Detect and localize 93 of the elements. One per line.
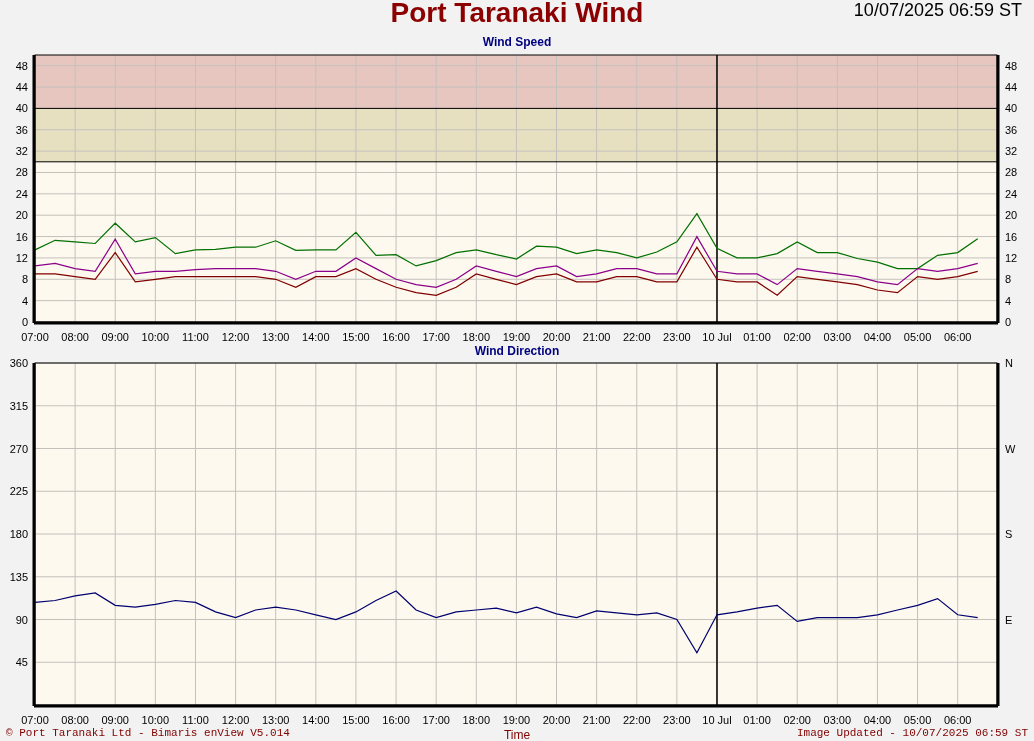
axis-label: 4 (21, 294, 28, 307)
axis-label: 01:00 (743, 714, 771, 726)
chart-title: Wind Speed (482, 35, 552, 49)
axis-label: 14:00 (302, 714, 330, 726)
axis-label: 04:00 (863, 331, 892, 343)
axis-label: 90 (15, 613, 28, 626)
axis-label: 24 (1005, 187, 1018, 200)
axis-label: 4 (1005, 294, 1012, 307)
axis-label: 15:00 (342, 714, 370, 726)
axis-label: 15:00 (342, 331, 370, 343)
axis-label: 12:00 (221, 714, 250, 726)
axis-label: 12 (15, 251, 28, 264)
axis-label: 21:00 (582, 714, 611, 726)
compass-label: N (1005, 358, 1013, 369)
axis-label: 02:00 (783, 714, 811, 726)
axis-label: 03:00 (823, 714, 852, 726)
axis-label: 08:00 (61, 331, 89, 343)
axis-label: 05:00 (903, 714, 932, 726)
axis-label: 32 (1005, 145, 1018, 158)
axis-label: 48 (1005, 59, 1018, 72)
axis-label: 180 (9, 528, 28, 540)
axis-label: 36 (15, 123, 28, 136)
axis-label: 48 (15, 59, 28, 72)
axis-label: 20 (1005, 209, 1018, 222)
axis-label: 40 (1005, 102, 1018, 115)
axis-label: 03:00 (823, 331, 852, 343)
axis-label: 13:00 (261, 331, 290, 343)
axis-label: 14:00 (302, 331, 330, 343)
axis-label: 23:00 (663, 714, 691, 726)
timestamp: 10/07/2025 06:59 ST (853, 0, 1022, 20)
chart-title: Wind Direction (474, 345, 560, 358)
axis-label: 20:00 (542, 331, 571, 343)
axis-label: 17:00 (422, 714, 450, 726)
axis-label: 315 (9, 399, 28, 412)
axis-label: 19:00 (502, 331, 531, 343)
compass-label: S (1005, 528, 1013, 540)
axis-label: 10 Jul (702, 714, 732, 726)
axis-label: 24 (15, 187, 28, 200)
axis-label: 0 (1005, 316, 1012, 328)
axis-label: 12 (1005, 251, 1018, 264)
axis-label: 44 (15, 81, 28, 94)
axis-label: 135 (9, 570, 28, 583)
axis-label: 06:00 (943, 714, 972, 726)
copyright-text: © Port Taranaki Ltd - Bimaris enView V5.014 (6, 727, 291, 739)
axis-label: 09:00 (101, 714, 129, 726)
axis-label: 19:00 (502, 714, 531, 726)
axis-label: 8 (21, 273, 28, 286)
axis-label: 18:00 (462, 331, 491, 343)
axis-label: 07:00 (21, 331, 49, 343)
axis-label: 04:00 (863, 714, 892, 726)
axis-label: 45 (15, 656, 28, 669)
axis-label: 06:00 (943, 331, 972, 343)
axis-label: 08:00 (61, 714, 89, 726)
axis-label: 20:00 (542, 714, 571, 726)
axis-label: 20 (15, 209, 28, 222)
axis-label: 270 (9, 442, 28, 455)
axis-label: 11:00 (182, 331, 209, 343)
axis-label: 16:00 (382, 331, 410, 343)
axis-label: 10:00 (141, 331, 170, 343)
axis-label: 09:00 (101, 331, 129, 343)
axis-label: 10:00 (141, 714, 170, 726)
axis-label: 36 (1005, 123, 1018, 136)
axis-label: 02:00 (783, 331, 811, 343)
axis-label: 11:00 (182, 714, 209, 726)
axis-label: 23:00 (663, 331, 691, 343)
axis-label: 0 (21, 316, 28, 328)
axis-label: 21:00 (582, 331, 611, 343)
axis-title: Time (503, 728, 531, 741)
axis-label: 01:00 (743, 331, 771, 343)
axis-label: 225 (9, 485, 28, 498)
axis-label: 360 (9, 358, 28, 369)
axis-label: 10 Jul (702, 331, 732, 343)
axis-label: 12:00 (221, 331, 250, 343)
axis-label: 32 (15, 145, 28, 158)
axis-label: 07:00 (21, 714, 49, 726)
axis-label: 13:00 (261, 714, 290, 726)
axis-label: 22:00 (623, 714, 651, 726)
compass-label: W (1005, 442, 1016, 455)
axis-label: 44 (1005, 81, 1018, 94)
axis-label: 17:00 (422, 331, 450, 343)
axis-label: 16 (15, 230, 28, 243)
update-time-text: Image Updated - 10/07/2025 06:59 ST (795, 727, 1028, 739)
page-title: Port Taranaki Wind (390, 0, 644, 26)
axis-label: 05:00 (903, 331, 932, 343)
axis-label: 16:00 (382, 714, 410, 726)
axis-label: 16 (1005, 230, 1018, 243)
axis-label: 18:00 (462, 714, 491, 726)
compass-label: E (1005, 613, 1013, 626)
axis-label: 28 (1005, 166, 1018, 179)
axis-label: 8 (1005, 273, 1012, 286)
axis-label: 40 (15, 102, 28, 115)
axis-label: 28 (15, 166, 28, 179)
axis-label: 22:00 (623, 331, 651, 343)
